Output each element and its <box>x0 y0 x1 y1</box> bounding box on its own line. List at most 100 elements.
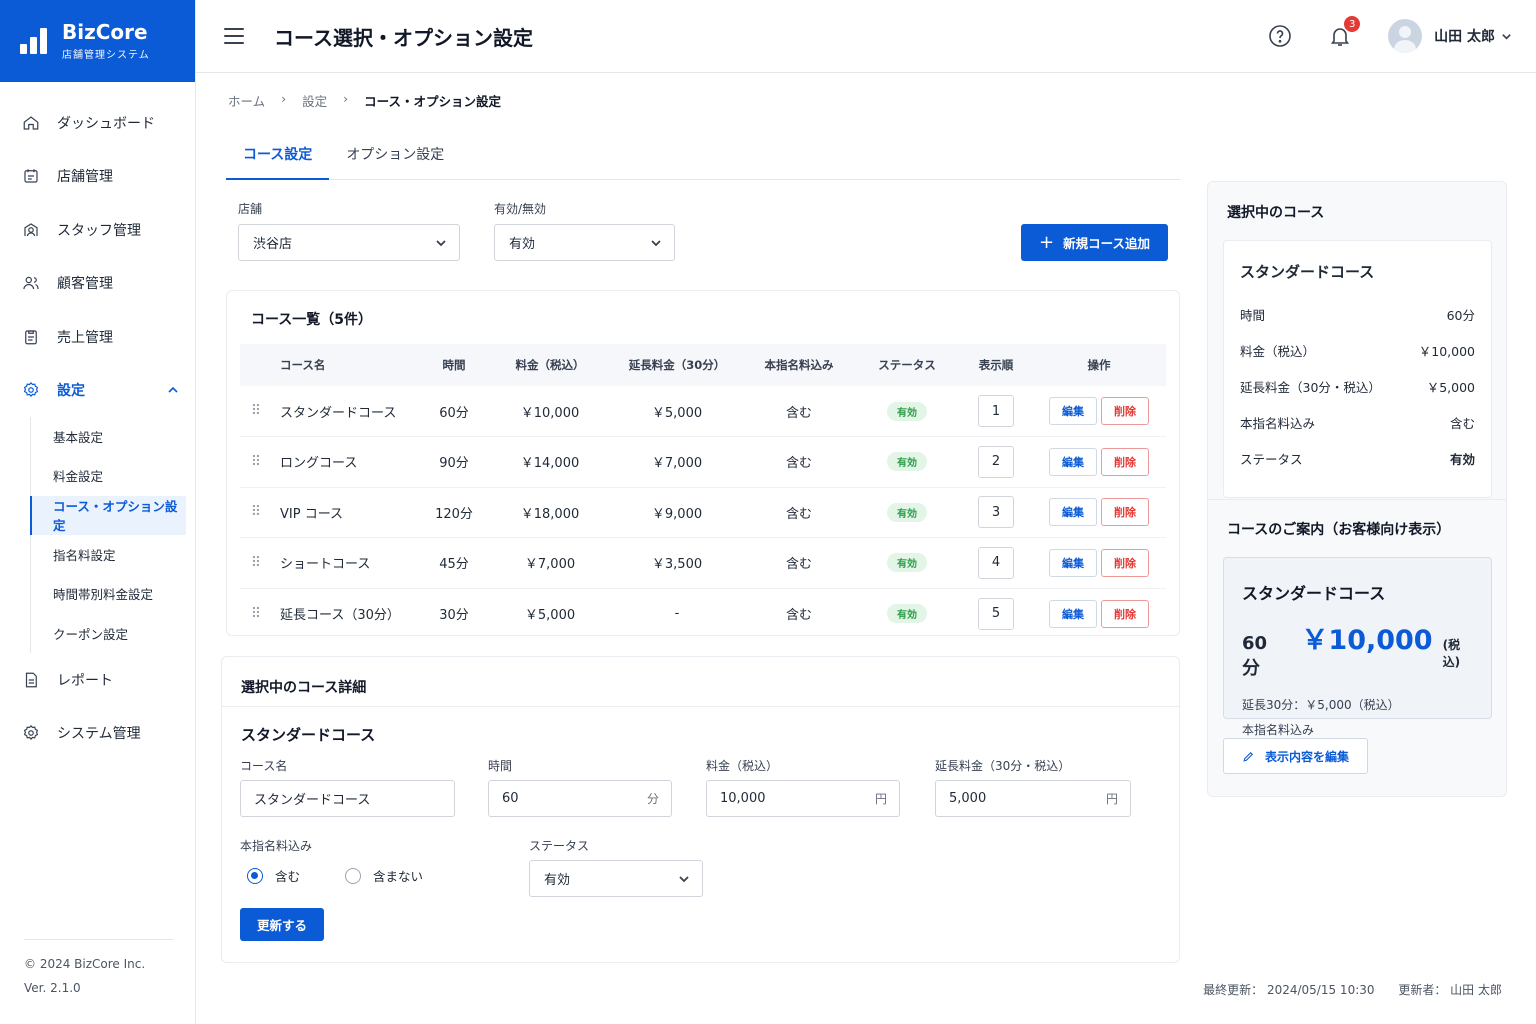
status-badge: 有効 <box>887 401 927 421</box>
radio-exclude-label: 含まない <box>373 869 424 884</box>
sidebar-item-staff[interactable]: スタッフ管理 <box>0 203 195 257</box>
subnav-item-course-option[interactable]: コース・オプション設定 <box>30 495 186 535</box>
edit-button[interactable]: 編集 <box>1049 498 1097 527</box>
version: Ver. 2.1.0 <box>24 981 81 995</box>
summary-key: ステータス <box>1240 451 1303 467</box>
copyright: © 2024 BizCore Inc. <box>24 957 146 971</box>
table-row[interactable]: ⠿ スタンダードコース 60分 ￥10,000 ￥5,000 含む 有効 1 編… <box>240 386 1166 437</box>
display-order-input[interactable]: 3 <box>978 496 1014 529</box>
table-row[interactable]: ⠿ ロングコース 90分 ￥14,000 ￥7,000 含む 有効 2 編集 削除 <box>240 436 1166 488</box>
time-input[interactable]: 60 分 <box>488 780 672 817</box>
status-badge: 有効 <box>887 604 927 623</box>
last-updated: 最終更新： 2024/05/15 10:30 <box>1203 983 1375 997</box>
add-course-button[interactable]: + 新規コース追加 <box>1021 224 1168 261</box>
chevron-up-icon[interactable] <box>167 384 179 396</box>
chevron-right-icon: › <box>281 91 287 106</box>
display-order-input[interactable]: 1 <box>978 395 1014 427</box>
display-order-input[interactable]: 4 <box>978 546 1014 579</box>
nomination-cell: 含む <box>744 487 854 538</box>
detail-section-title: 選択中のコース詳細 <box>241 680 367 696</box>
summary-value: 含む <box>1449 415 1475 431</box>
status-filter-select[interactable]: 有効 <box>494 224 675 261</box>
radio-include[interactable]: 含む <box>247 866 300 885</box>
guide-nomination: 本指名料込み <box>1242 723 1315 737</box>
price-input[interactable]: 10,000 円 <box>706 780 900 817</box>
subnav-item-pricing[interactable]: 料金設定 <box>31 456 186 495</box>
display-order-input[interactable]: 5 <box>978 597 1014 630</box>
delete-button[interactable]: 削除 <box>1101 447 1149 476</box>
update-button[interactable]: 更新する <box>240 908 324 941</box>
radio-exclude[interactable]: 含まない <box>345 866 423 885</box>
table-row[interactable]: ⠿ 延長コース（30分） 30分 ￥5,000 - 含む 有効 5 編集 削除 <box>240 588 1166 639</box>
course-list-title: コース一覧（5件） <box>251 312 373 328</box>
table-row[interactable]: ⠿ ショートコース 45分 ￥7,000 ￥3,500 含む 有効 4 編集 削除 <box>240 537 1166 589</box>
course-name-input[interactable]: スタンダードコース <box>240 780 455 817</box>
edit-button[interactable]: 編集 <box>1049 548 1097 577</box>
column-header: 表示順 <box>960 344 1032 386</box>
course-name-value: スタンダードコース <box>254 793 371 808</box>
subnav-item-time-pricing[interactable]: 時間帯別料金設定 <box>31 574 186 613</box>
delete-button[interactable]: 削除 <box>1101 397 1149 425</box>
selected-course-summary: スタンダードコース 時間 60分 料金（税込） ￥10,000 延長料金（30分・税… <box>1223 240 1492 498</box>
time-cell: 45分 <box>418 537 490 589</box>
subnav-item-nomination-fee[interactable]: 指名料設定 <box>31 535 186 574</box>
drag-handle-icon[interactable]: ⠿ <box>240 537 270 589</box>
hamburger-menu-icon[interactable] <box>224 28 244 44</box>
breadcrumb-settings[interactable]: 設定 <box>302 91 327 110</box>
extension-price-cell: ￥3,500 <box>610 537 744 589</box>
column-header: 本指名料込み <box>744 344 854 386</box>
store-select[interactable]: 渋谷店 <box>238 224 460 261</box>
gear-icon <box>23 382 39 398</box>
store-icon <box>24 169 38 183</box>
tab-option[interactable]: オプション設定 <box>329 138 461 180</box>
edit-button[interactable]: 編集 <box>1049 397 1097 425</box>
delete-button[interactable]: 削除 <box>1101 599 1149 628</box>
drag-handle-icon[interactable]: ⠿ <box>240 436 270 488</box>
detail-status-select[interactable]: 有効 <box>529 860 703 897</box>
edit-button[interactable]: 編集 <box>1049 447 1097 476</box>
subnav-item-basic[interactable]: 基本設定 <box>31 417 186 456</box>
nomination-cell: 含む <box>744 537 854 589</box>
summary-row: 時間 60分 <box>1240 296 1475 332</box>
brand[interactable]: BizCore 店舗管理システム <box>0 0 195 82</box>
tab-course[interactable]: コース設定 <box>226 138 330 180</box>
column-header: 延長料金（30分） <box>610 344 744 386</box>
drag-handle-icon[interactable]: ⠿ <box>240 487 270 538</box>
drag-handle-icon[interactable]: ⠿ <box>240 588 270 639</box>
radio-empty-icon <box>345 867 361 884</box>
nomination-cell: 含む <box>744 386 854 437</box>
guide-title: コースのご案内（お客様向け表示） <box>1227 522 1451 538</box>
page-title: コース選択・オプション設定 <box>274 25 533 50</box>
time-unit: 分 <box>646 792 659 806</box>
extension-price-input[interactable]: 5,000 円 <box>935 780 1131 817</box>
user-name[interactable]: 山田 太郎 <box>1434 26 1495 46</box>
notification-badge: 3 <box>1344 16 1361 32</box>
nomination-cell: 含む <box>744 436 854 488</box>
document-icon <box>25 672 37 687</box>
drag-handle-icon[interactable]: ⠿ <box>240 386 270 437</box>
display-order-input[interactable]: 2 <box>978 445 1014 478</box>
sidebar-item-dashboard[interactable]: ダッシュボード <box>0 96 195 150</box>
avatar[interactable] <box>1388 19 1423 53</box>
edit-button[interactable]: 編集 <box>1049 599 1097 628</box>
status-badge: 有効 <box>887 553 927 573</box>
plus-icon: + <box>1039 232 1055 253</box>
subnav-item-coupon[interactable]: クーポン設定 <box>31 613 186 652</box>
nomination-cell: 含む <box>785 608 812 623</box>
sidebar-item-system[interactable]: システム管理 <box>0 706 195 760</box>
sidebar-item-store[interactable]: 店舗管理 <box>0 150 195 204</box>
delete-button[interactable]: 削除 <box>1101 498 1149 527</box>
chevron-down-icon <box>679 875 689 882</box>
table-row[interactable]: ⠿ VIP コース 120分 ￥18,000 ￥9,000 含む 有効 3 編集… <box>240 487 1166 538</box>
column-header: 料金（税込） <box>490 344 610 386</box>
chevron-down-icon[interactable] <box>1501 31 1512 42</box>
notification-bell-icon[interactable]: 3 <box>1328 16 1361 48</box>
sidebar-item-reports[interactable]: レポート <box>0 653 195 707</box>
edit-display-button[interactable]: 表示内容を編集 <box>1223 738 1368 774</box>
delete-button[interactable]: 削除 <box>1101 548 1149 577</box>
sidebar-item-settings[interactable]: 設定 <box>0 364 195 418</box>
sidebar-item-customers[interactable]: 顧客管理 <box>0 257 195 311</box>
help-icon[interactable] <box>1268 24 1292 48</box>
sidebar-item-sales[interactable]: 売上管理 <box>0 310 195 364</box>
breadcrumb-home[interactable]: ホーム <box>228 91 265 110</box>
